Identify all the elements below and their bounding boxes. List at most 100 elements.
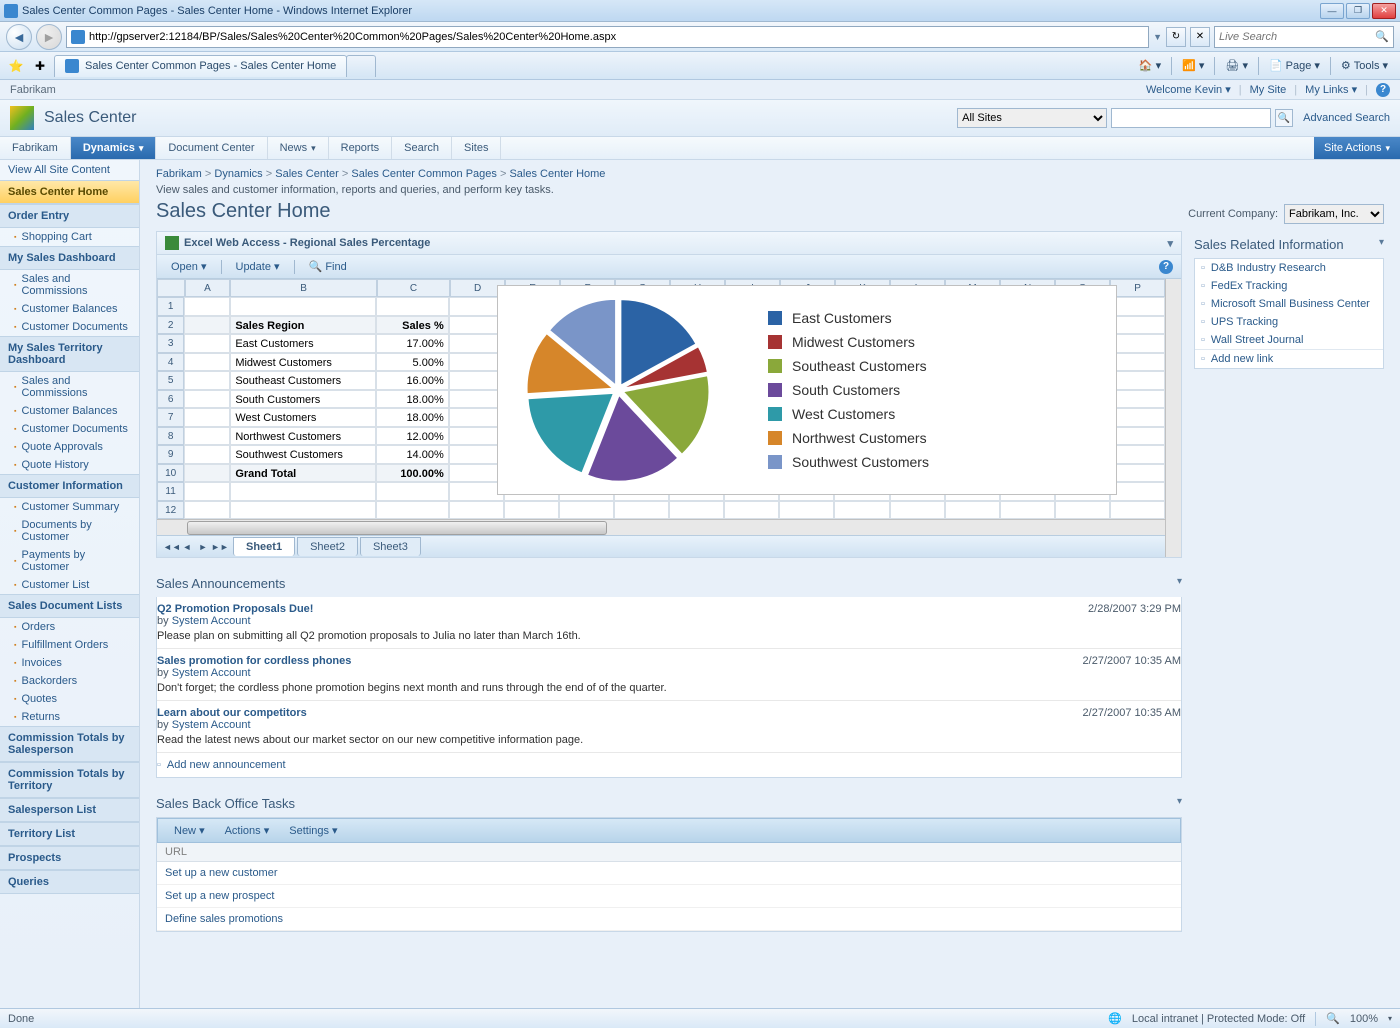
address-bar[interactable] xyxy=(66,26,1149,48)
close-button[interactable]: ✕ xyxy=(1372,3,1396,19)
grid-cell[interactable] xyxy=(834,501,889,520)
grid-cell[interactable] xyxy=(1110,334,1165,353)
grid-cell[interactable] xyxy=(449,353,504,372)
grid-cell[interactable] xyxy=(449,408,504,427)
grid-cell[interactable] xyxy=(449,464,504,483)
grid-cell[interactable] xyxy=(779,501,834,520)
grid-cell[interactable] xyxy=(230,501,375,520)
site-actions-menu[interactable]: Site Actions ▾ xyxy=(1314,137,1400,159)
tools-menu[interactable]: ⚙ Tools ▾ xyxy=(1335,55,1394,77)
grid-cell[interactable] xyxy=(376,501,449,520)
grid-cell[interactable] xyxy=(614,501,669,520)
search-icon[interactable]: 🔍 xyxy=(1371,30,1393,43)
nav-head-queries[interactable]: Queries xyxy=(0,870,139,894)
grid-cell[interactable] xyxy=(449,427,504,446)
url-input[interactable] xyxy=(89,31,1144,43)
nav-item[interactable]: Quote History xyxy=(0,456,139,474)
announcement-title-link[interactable]: Q2 Promotion Proposals Due! xyxy=(157,603,313,615)
breadcrumb-link[interactable]: Fabrikam xyxy=(156,168,202,180)
nav-item[interactable]: Orders xyxy=(0,618,139,636)
sheet-nav-prev[interactable]: ◄ xyxy=(179,542,195,552)
grid-cell[interactable]: East Customers xyxy=(230,334,375,353)
grid-cell[interactable] xyxy=(1110,464,1165,483)
task-row[interactable]: Set up a new customer xyxy=(157,862,1181,885)
grid-cell[interactable] xyxy=(184,408,230,427)
nav-item[interactable]: Customer Balances xyxy=(0,300,139,318)
feeds-icon[interactable]: 📶 ▾ xyxy=(1176,55,1210,77)
breadcrumb-link[interactable]: Dynamics xyxy=(214,168,262,180)
announcement-title-link[interactable]: Sales promotion for cordless phones xyxy=(157,655,351,667)
col-head[interactable]: A xyxy=(185,279,231,297)
grid-cell[interactable] xyxy=(184,501,230,520)
grid-cell[interactable]: 100.00% xyxy=(376,464,449,483)
topnav-reports[interactable]: Reports xyxy=(329,137,393,159)
nav-item[interactable]: Customer Balances xyxy=(0,402,139,420)
search-scope-select[interactable]: All Sites xyxy=(957,108,1107,128)
nav-head-salesperson-list[interactable]: Salesperson List xyxy=(0,798,139,822)
row-head[interactable]: 9 xyxy=(157,445,184,464)
grid-cell[interactable] xyxy=(1110,353,1165,372)
grid-cell[interactable] xyxy=(449,371,504,390)
row-head[interactable]: 11 xyxy=(157,482,184,501)
topnav-document-center[interactable]: Document Center xyxy=(156,137,267,159)
grid-cell[interactable] xyxy=(184,482,230,501)
grid-cell[interactable]: West Customers xyxy=(230,408,375,427)
my-site-link[interactable]: My Site xyxy=(1250,84,1287,96)
grid-cell[interactable]: Grand Total xyxy=(230,464,375,483)
back-button[interactable]: ◄ xyxy=(6,24,32,50)
grid-cell[interactable] xyxy=(1110,297,1165,316)
find-button[interactable]: 🔍 Find xyxy=(303,258,353,275)
nav-head-commission-totals-by-territory[interactable]: Commission Totals by Territory xyxy=(0,762,139,798)
vertical-scrollbar[interactable] xyxy=(1165,279,1181,557)
nav-item[interactable]: Fulfillment Orders xyxy=(0,636,139,654)
grid-cell[interactable] xyxy=(1000,501,1055,520)
grid-cell[interactable] xyxy=(1110,427,1165,446)
grid-cell[interactable]: Southeast Customers xyxy=(230,371,375,390)
grid-cell[interactable] xyxy=(1110,482,1165,501)
view-all-content-link[interactable]: View All Site Content xyxy=(0,160,139,180)
topnav-news[interactable]: News▾ xyxy=(268,137,329,159)
row-head[interactable]: 7 xyxy=(157,408,184,427)
row-head[interactable]: 4 xyxy=(157,353,184,372)
row-head[interactable]: 1 xyxy=(157,297,184,316)
nav-item[interactable]: Customer List xyxy=(0,576,139,594)
nav-item[interactable]: Documents by Customer xyxy=(0,516,139,546)
forward-button[interactable]: ► xyxy=(36,24,62,50)
add-link[interactable]: Add new link xyxy=(1195,349,1383,368)
col-head[interactable]: B xyxy=(230,279,376,297)
grid-cell[interactable]: Southwest Customers xyxy=(230,445,375,464)
grid-cell[interactable]: 14.00% xyxy=(376,445,449,464)
global-breadcrumb[interactable]: Fabrikam xyxy=(10,84,56,96)
grid-cell[interactable] xyxy=(449,297,504,316)
grid-cell[interactable] xyxy=(1055,501,1110,520)
update-menu[interactable]: Update ▾ xyxy=(230,258,286,275)
nav-item[interactable]: Quote Approvals xyxy=(0,438,139,456)
actions-menu[interactable]: Actions ▾ xyxy=(217,822,278,839)
nav-head-sales-center-home[interactable]: Sales Center Home xyxy=(0,180,139,204)
grid-cell[interactable] xyxy=(184,445,230,464)
nav-item[interactable]: Returns xyxy=(0,708,139,726)
grid-cell[interactable] xyxy=(890,501,945,520)
help-icon[interactable]: ? xyxy=(1376,83,1390,97)
excel-help-icon[interactable]: ? xyxy=(1159,260,1173,274)
nav-item[interactable]: Sales and Commissions xyxy=(0,270,139,300)
backoffice-column-header[interactable]: URL xyxy=(157,843,1181,862)
grid-cell[interactable] xyxy=(449,445,504,464)
home-icon[interactable]: 🏠 ▾ xyxy=(1133,55,1167,77)
backoffice-menu-icon[interactable]: ▾ xyxy=(1177,796,1182,811)
add-announcement-link[interactable]: Add new announcement xyxy=(157,753,1181,777)
grid-cell[interactable] xyxy=(230,482,375,501)
nav-item[interactable]: Payments by Customer xyxy=(0,546,139,576)
page-menu[interactable]: 📄 Page ▾ xyxy=(1263,55,1326,77)
topnav-fabrikam[interactable]: Fabrikam xyxy=(0,137,71,159)
grid-cell[interactable] xyxy=(449,390,504,409)
open-menu[interactable]: Open ▾ xyxy=(165,258,213,275)
grid-cell[interactable] xyxy=(1110,445,1165,464)
row-head[interactable]: 12 xyxy=(157,501,184,520)
grid-cell[interactable] xyxy=(449,334,504,353)
grid-cell[interactable] xyxy=(669,501,724,520)
grid-cell[interactable]: South Customers xyxy=(230,390,375,409)
nav-item[interactable]: Quotes xyxy=(0,690,139,708)
nav-item[interactable]: Backorders xyxy=(0,672,139,690)
nav-item[interactable]: Shopping Cart xyxy=(0,228,139,246)
